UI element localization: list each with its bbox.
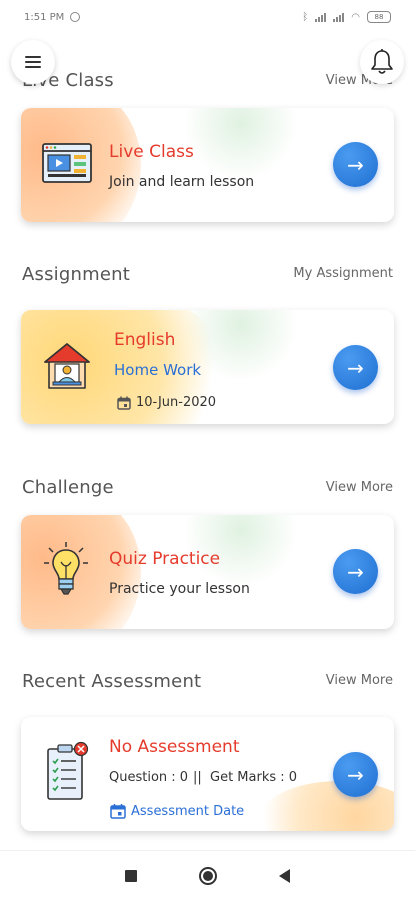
home-button[interactable]	[199, 866, 217, 885]
video-screen-icon	[42, 143, 92, 183]
back-button[interactable]	[279, 868, 290, 883]
live-class-card[interactable]: Live Class Join and learn lesson →	[21, 108, 394, 222]
hamburger-icon	[25, 56, 41, 68]
lightbulb-icon	[44, 542, 88, 595]
menu-button[interactable]	[11, 40, 55, 84]
assessment-view-more-link[interactable]: View More	[326, 673, 393, 688]
signal-icon-2	[333, 12, 345, 22]
assessment-date-label: Assessment Date	[131, 803, 245, 819]
status-right: ᛒ ◠ 88	[302, 11, 391, 23]
assessment-date-row: Assessment Date	[110, 803, 244, 819]
wifi-icon: ◠	[351, 11, 360, 23]
arrow-right-icon: →	[347, 762, 364, 787]
section-title-recent-assessment: Recent Assessment	[22, 671, 202, 692]
navigation-bar	[0, 850, 415, 900]
bluetooth-icon: ᛒ	[302, 11, 309, 23]
live-class-card-title: Live Class	[109, 142, 194, 162]
assessment-separator: ||	[193, 770, 202, 785]
assignment-card-subtitle: Home Work	[114, 361, 202, 379]
checklist-icon	[47, 741, 89, 800]
notification-button[interactable]	[360, 40, 404, 84]
challenge-card-subtitle: Practice your lesson	[109, 581, 250, 597]
assessment-arrow-button[interactable]: →	[333, 752, 378, 797]
assessment-marks: Get Marks : 0	[210, 770, 298, 785]
assignment-card[interactable]: English Home Work 10-Jun-2020 →	[21, 310, 394, 424]
alarm-icon	[70, 12, 81, 22]
live-class-arrow-button[interactable]: →	[333, 142, 378, 187]
calendar-icon	[110, 804, 126, 819]
arrow-right-icon: →	[347, 355, 364, 380]
assignment-date-row: 10-Jun-2020	[117, 395, 216, 410]
assessment-card-title: No Assessment	[109, 737, 240, 757]
challenge-arrow-button[interactable]: →	[333, 549, 378, 594]
calendar-icon	[117, 396, 131, 410]
battery-level: 88	[374, 13, 384, 21]
challenge-card[interactable]: Quiz Practice Practice your lesson →	[21, 515, 394, 629]
recent-apps-button[interactable]	[125, 869, 137, 882]
my-assignment-link[interactable]: My Assignment	[293, 266, 393, 281]
battery-icon: 88	[367, 11, 391, 23]
signal-icon	[315, 12, 327, 22]
arrow-right-icon: →	[347, 152, 364, 177]
assignment-card-title: English	[114, 330, 176, 350]
home-teacher-icon	[44, 343, 90, 389]
assessment-card[interactable]: No Assessment Question : 0 || Get Marks …	[21, 717, 394, 831]
live-class-card-subtitle: Join and learn lesson	[109, 174, 255, 190]
assignment-arrow-button[interactable]: →	[333, 345, 378, 390]
card-decoration	[181, 108, 301, 178]
status-left: 1:51 PM	[24, 11, 81, 23]
section-title-assignment: Assignment	[22, 264, 130, 285]
assignment-date: 10-Jun-2020	[136, 395, 217, 410]
status-bar: 1:51 PM ᛒ ◠ 88	[0, 0, 415, 34]
bell-icon	[371, 49, 393, 74]
arrow-right-icon: →	[347, 559, 364, 584]
challenge-card-title: Quiz Practice	[109, 549, 221, 569]
challenge-view-more-link[interactable]: View More	[326, 480, 393, 495]
status-time: 1:51 PM	[24, 11, 65, 23]
section-title-challenge: Challenge	[22, 477, 114, 498]
assessment-question-count: Question : 0	[109, 770, 189, 785]
